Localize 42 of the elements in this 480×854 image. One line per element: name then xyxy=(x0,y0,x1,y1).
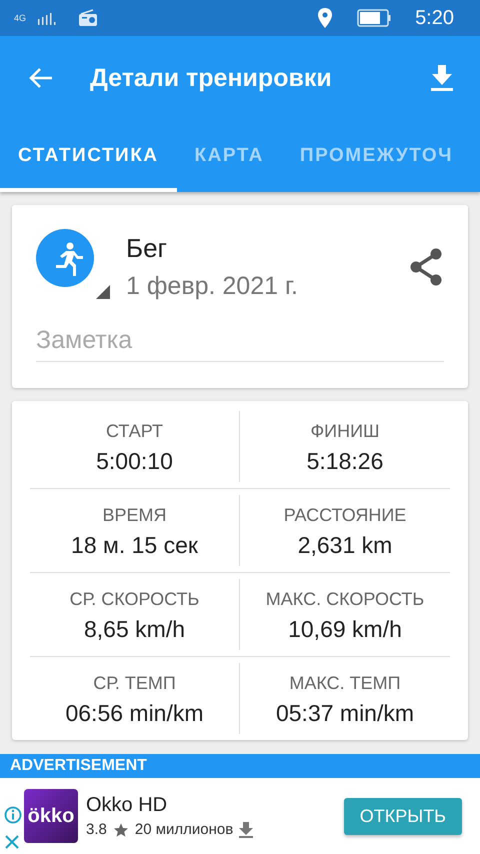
stat-label: РАССТОЯНИЕ xyxy=(284,504,406,526)
ad-label: ADVERTISEMENT xyxy=(10,757,147,775)
download-icon xyxy=(239,822,254,838)
stat-value: 5:00:10 xyxy=(96,448,173,474)
screen-title: Детали тренировки xyxy=(90,64,332,92)
stat-label: МАКС. ТЕМП xyxy=(289,672,401,694)
stat-value: 06:56 min/km xyxy=(65,700,204,726)
stat-value: 8,65 km/h xyxy=(84,616,185,642)
stat-value: 10,69 km/h xyxy=(288,616,402,642)
stat-value: 05:37 min/km xyxy=(276,700,414,726)
stat-label: СР. ТЕМП xyxy=(93,672,176,694)
tab[interactable]: СТАТИСТИКА xyxy=(0,120,177,192)
app-name: Okko HD xyxy=(86,794,168,817)
stat-label: ФИНИШ xyxy=(310,420,380,442)
stat-value: 5:18:26 xyxy=(306,448,384,474)
stat-value: 18 м. 15 сек xyxy=(71,532,198,558)
radio-icon xyxy=(78,9,98,27)
download-icon[interactable] xyxy=(430,65,454,91)
tab[interactable]: ПРОМЕЖУТОЧ xyxy=(282,120,471,192)
runner-icon xyxy=(36,229,110,299)
open-button[interactable]: ОТКРЫТЬ xyxy=(344,798,462,834)
stat-label: МАКС. СКОРОСТЬ xyxy=(266,588,424,610)
stat-label: ВРЕМЯ xyxy=(102,504,166,526)
activity-date: 1 февр. 2021 г. xyxy=(126,272,299,300)
clock: 5:20 xyxy=(415,6,454,30)
activity-name: Бег xyxy=(126,232,168,264)
battery-icon xyxy=(357,9,392,27)
stat-label: СТАРТ xyxy=(106,420,163,442)
star-icon xyxy=(112,822,129,838)
stat-label: СР. СКОРОСТЬ xyxy=(70,588,200,610)
network-label: 4G xyxy=(14,13,26,23)
location-icon xyxy=(317,8,334,28)
share-icon[interactable] xyxy=(408,248,444,286)
info-icon[interactable] xyxy=(4,806,22,824)
download-count: 20 миллионов xyxy=(134,821,234,838)
app-rating: 3.8 xyxy=(86,821,107,838)
back-icon[interactable] xyxy=(28,67,54,89)
tab[interactable]: КАРТА xyxy=(176,120,282,192)
app-logo: ökko xyxy=(24,789,78,843)
close-icon[interactable] xyxy=(4,834,20,850)
signal-icon xyxy=(36,11,58,25)
stat-value: 2,631 km xyxy=(298,532,392,558)
